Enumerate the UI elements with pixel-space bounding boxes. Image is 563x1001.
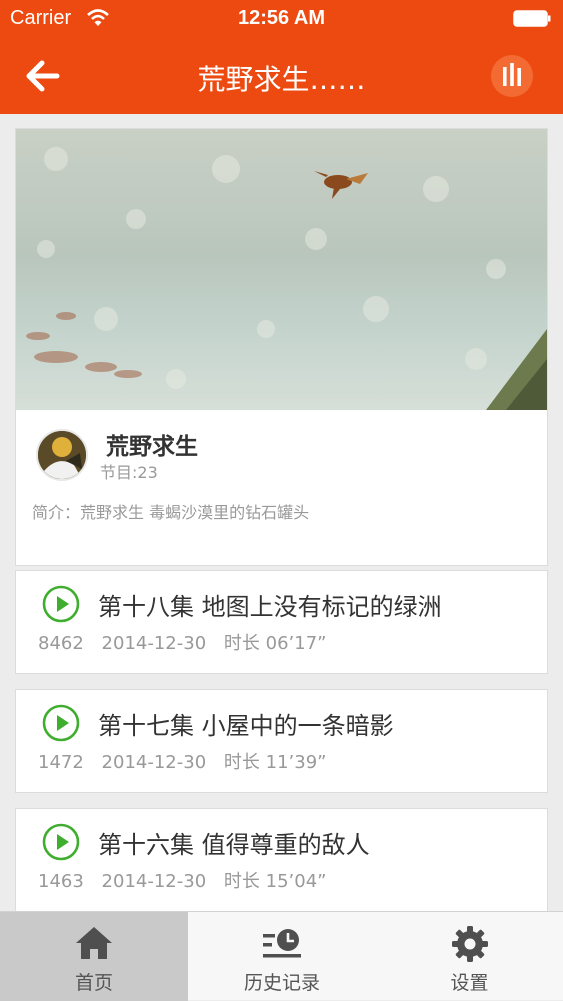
- tab-history-label: 历史记录: [243, 972, 320, 994]
- tab-settings-label: 设置: [450, 972, 489, 994]
- album-cover-image: [16, 129, 547, 410]
- album-intro: 简介：荒野求生 毒蝎沙漠里的钻石罐头: [32, 503, 310, 522]
- episode-item[interactable]: 第十八集 地图上没有标记的绿洲 8462 2014-12-30 时长 06’17…: [15, 570, 548, 674]
- episode-play-count: 1472: [38, 752, 84, 773]
- battery-icon: [513, 10, 551, 27]
- episode-title: 第十八集 地图上没有标记的绿洲: [98, 593, 442, 621]
- gear-icon: [451, 926, 488, 962]
- episode-duration: 时长 15’04”: [223, 871, 327, 892]
- album-avatar: [36, 429, 88, 481]
- tab-history[interactable]: 历史记录: [188, 912, 376, 1001]
- home-icon: [76, 927, 112, 959]
- history-icon: [263, 929, 301, 958]
- episode-meta: 1463 2014-12-30 时长 15’04”: [38, 867, 338, 893]
- tab-settings[interactable]: 设置: [376, 912, 563, 1001]
- episode-date: 2014-12-30: [101, 871, 207, 892]
- episode-date: 2014-12-30: [101, 752, 207, 773]
- back-arrow-icon: [26, 60, 60, 92]
- album-title: 荒野求生: [106, 434, 198, 460]
- audio-bars-icon: [503, 63, 521, 86]
- back-button[interactable]: [20, 54, 66, 98]
- page-title: 荒野求生……: [197, 63, 366, 96]
- tab-home[interactable]: 首页: [0, 912, 188, 1001]
- episode-play-count: 1463: [38, 871, 84, 892]
- play-icon[interactable]: [42, 823, 80, 861]
- status-time: 12:56 AM: [237, 7, 326, 29]
- episode-meta: 1472 2014-12-30 时长 11’39”: [38, 748, 338, 774]
- episode-date: 2014-12-30: [101, 633, 207, 654]
- status-bar: Carrier 12:56 AM: [0, 0, 563, 38]
- tab-home-label: 首页: [74, 972, 113, 994]
- nav-bar: 荒野求生……: [0, 38, 563, 114]
- episode-play-count: 8462: [38, 633, 84, 654]
- episode-item[interactable]: 第十七集 小屋中的一条暗影 1472 2014-12-30 时长 11’39”: [15, 689, 548, 793]
- play-icon[interactable]: [42, 704, 80, 742]
- episode-title: 第十七集 小屋中的一条暗影: [98, 712, 394, 740]
- episode-duration: 时长 06’17”: [223, 633, 327, 654]
- content-scroll[interactable]: 荒野求生 节目:23 简介：荒野求生 毒蝎沙漠里的钻石罐头 第十八集 地图上没有…: [0, 114, 563, 911]
- now-playing-button[interactable]: [491, 55, 533, 97]
- episode-item[interactable]: 第十六集 值得尊重的敌人 1463 2014-12-30 时长 15’04”: [15, 808, 548, 911]
- episode-meta: 8462 2014-12-30 时长 06’17”: [38, 629, 338, 655]
- album-episode-count: 节目:23: [100, 463, 158, 482]
- episode-duration: 时长 11’39”: [223, 752, 327, 773]
- episode-title: 第十六集 值得尊重的敌人: [98, 831, 370, 859]
- play-icon[interactable]: [42, 585, 80, 623]
- album-card: 荒野求生 节目:23 简介：荒野求生 毒蝎沙漠里的钻石罐头: [15, 128, 548, 566]
- tab-bar: 首页 历史记录 设置: [0, 911, 563, 1001]
